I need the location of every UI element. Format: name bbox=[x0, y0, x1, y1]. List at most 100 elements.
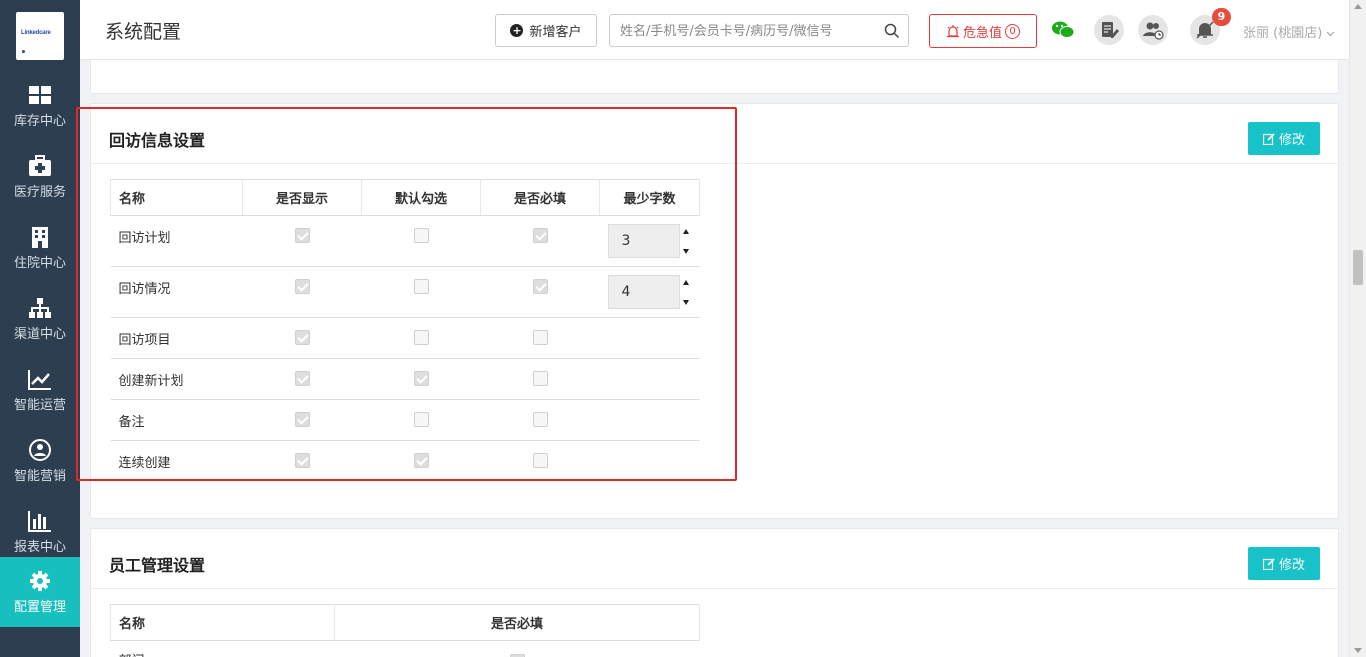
sidebar-item-channel[interactable]: 渠道中心 bbox=[0, 284, 80, 355]
logo-text: Linkedcare bbox=[21, 30, 51, 36]
required-checkbox[interactable] bbox=[532, 412, 548, 427]
chevron-down-icon bbox=[1326, 31, 1335, 37]
stepper-up-icon[interactable] bbox=[682, 280, 689, 285]
plus-icon: + bbox=[510, 24, 524, 37]
required-checkbox[interactable] bbox=[532, 371, 548, 386]
min-chars-value[interactable]: 4 bbox=[607, 275, 680, 309]
staff-edit-button[interactable]: 修改 bbox=[1248, 547, 1320, 580]
sidebar-item-hospital[interactable]: 住院中心 bbox=[0, 213, 80, 284]
required-checkbox[interactable] bbox=[532, 279, 548, 294]
search-input[interactable] bbox=[620, 21, 870, 41]
sidebar-item-marketing[interactable]: 智能营销 bbox=[0, 426, 80, 497]
column-header: 是否显示 bbox=[242, 179, 362, 216]
sidebar-item-label: 智能运营 bbox=[13, 398, 66, 413]
danger-value-button[interactable]: 危急值 0 bbox=[929, 14, 1037, 48]
staff-settings-panel: 员工管理设置 修改 名称 是否必填 部门 bbox=[90, 528, 1339, 657]
search-icon[interactable] bbox=[884, 23, 900, 39]
scroll-down-icon[interactable] bbox=[1354, 648, 1362, 653]
stepper-down-icon[interactable] bbox=[682, 300, 689, 305]
sidebar-item-label: 医疗服务 bbox=[13, 185, 66, 200]
column-header: 名称 bbox=[110, 179, 243, 216]
default-checkbox[interactable] bbox=[413, 371, 429, 386]
column-header: 最少字数 bbox=[599, 179, 700, 216]
edit-label: 修改 bbox=[1278, 133, 1305, 148]
staff-table: 名称 是否必填 部门 bbox=[110, 604, 700, 657]
edit-label: 修改 bbox=[1278, 558, 1305, 573]
danger-count: 0 bbox=[1005, 23, 1020, 39]
hospital-building-icon bbox=[32, 227, 48, 248]
row-name: 连续创建 bbox=[118, 456, 171, 471]
default-checkbox[interactable] bbox=[413, 412, 429, 427]
sidebar-item-config[interactable]: 配置管理 bbox=[0, 557, 80, 627]
min-chars-stepper[interactable]: 3 bbox=[607, 224, 692, 258]
followup-edit-button[interactable]: 修改 bbox=[1248, 122, 1320, 155]
wechat-icon[interactable] bbox=[1048, 15, 1078, 45]
sidebar-item-inventory[interactable]: 库存中心 bbox=[0, 71, 80, 142]
alarm-icon bbox=[946, 25, 959, 38]
scroll-up-icon[interactable] bbox=[1354, 4, 1362, 9]
document-edit-icon[interactable] bbox=[1094, 15, 1124, 45]
edit-icon bbox=[1262, 132, 1275, 145]
show-checkbox[interactable] bbox=[294, 279, 310, 294]
sidebar-item-operations[interactable]: 智能运营 bbox=[0, 355, 80, 426]
trend-chart-icon bbox=[28, 370, 51, 390]
user-menu[interactable]: 张丽 (桃園店) bbox=[1243, 22, 1335, 41]
required-checkbox[interactable] bbox=[532, 228, 548, 243]
sidebar-item-label: 住院中心 bbox=[13, 256, 66, 271]
show-checkbox[interactable] bbox=[294, 330, 310, 345]
staff-panel-title: 员工管理设置 bbox=[109, 556, 206, 575]
page-scrollbar[interactable] bbox=[1349, 0, 1366, 657]
row-name: 备注 bbox=[110, 399, 243, 441]
column-header: 是否必填 bbox=[480, 179, 600, 216]
column-header: 默认勾选 bbox=[361, 179, 481, 216]
notification-badge: 9 bbox=[1212, 8, 1231, 26]
table-row: 部门 bbox=[110, 640, 700, 657]
default-checkbox[interactable] bbox=[413, 279, 429, 294]
sidebar-item-label: 渠道中心 bbox=[13, 327, 66, 342]
show-checkbox[interactable] bbox=[294, 228, 310, 243]
default-checkbox[interactable] bbox=[413, 453, 429, 468]
top-bar: 系统配置 + 新增客户 危急值 0 9 张丽 (桃園店) bbox=[80, 0, 1349, 60]
table-row: 创建新计划 bbox=[110, 358, 700, 400]
row-name: 回访项目 bbox=[110, 317, 243, 359]
row-name: 回访计划 bbox=[110, 215, 243, 267]
show-checkbox[interactable] bbox=[294, 412, 310, 427]
users-clock-icon[interactable] bbox=[1138, 15, 1168, 45]
gear-icon bbox=[30, 571, 50, 591]
table-row: 连续创建 bbox=[111, 441, 700, 482]
add-customer-label: 新增客户 bbox=[529, 25, 582, 40]
show-checkbox[interactable] bbox=[294, 371, 310, 386]
bar-chart-icon bbox=[28, 511, 51, 532]
default-checkbox[interactable] bbox=[413, 330, 429, 345]
sidebar-item-label: 配置管理 bbox=[13, 600, 66, 615]
grid-icon bbox=[29, 86, 51, 104]
sidebar-item-medical[interactable]: 医疗服务 bbox=[0, 142, 80, 213]
required-checkbox[interactable] bbox=[532, 453, 548, 468]
min-chars-value[interactable]: 3 bbox=[607, 224, 680, 258]
table-row: 备注 bbox=[110, 399, 700, 441]
sidebar-item-label: 智能营销 bbox=[13, 469, 66, 484]
followup-table: 名称 是否显示 默认勾选 是否必填 最少字数 回访计划 3 回访情况 4 回访项… bbox=[110, 179, 700, 482]
column-header: 是否必填 bbox=[334, 604, 700, 641]
column-header: 名称 bbox=[110, 604, 335, 641]
required-checkbox[interactable] bbox=[532, 330, 548, 345]
search-box bbox=[609, 14, 909, 47]
table-row: 回访项目 bbox=[110, 317, 700, 359]
page-title: 系统配置 bbox=[105, 21, 182, 43]
table-row: 回访计划 3 bbox=[110, 215, 700, 267]
row-name: 创建新计划 bbox=[110, 358, 243, 400]
default-checkbox[interactable] bbox=[413, 228, 429, 243]
scroll-thumb[interactable] bbox=[1353, 250, 1363, 285]
sidebar: Linkedcare 库存中心 医疗服务 住院中心 渠道中心 智能运营 智能营销… bbox=[0, 0, 80, 657]
stepper-down-icon[interactable] bbox=[682, 249, 689, 254]
previous-panel bbox=[90, 60, 1339, 94]
app-logo[interactable]: Linkedcare bbox=[16, 12, 64, 60]
followup-panel-title: 回访信息设置 bbox=[109, 131, 206, 150]
row-name: 回访情况 bbox=[110, 266, 243, 318]
min-chars-stepper[interactable]: 4 bbox=[607, 275, 692, 309]
add-customer-button[interactable]: + 新增客户 bbox=[495, 14, 597, 47]
user-name: 张丽 (桃園店) bbox=[1243, 26, 1323, 41]
stepper-up-icon[interactable] bbox=[682, 229, 689, 234]
danger-label: 危急值 bbox=[962, 25, 1002, 41]
show-checkbox[interactable] bbox=[294, 453, 310, 468]
